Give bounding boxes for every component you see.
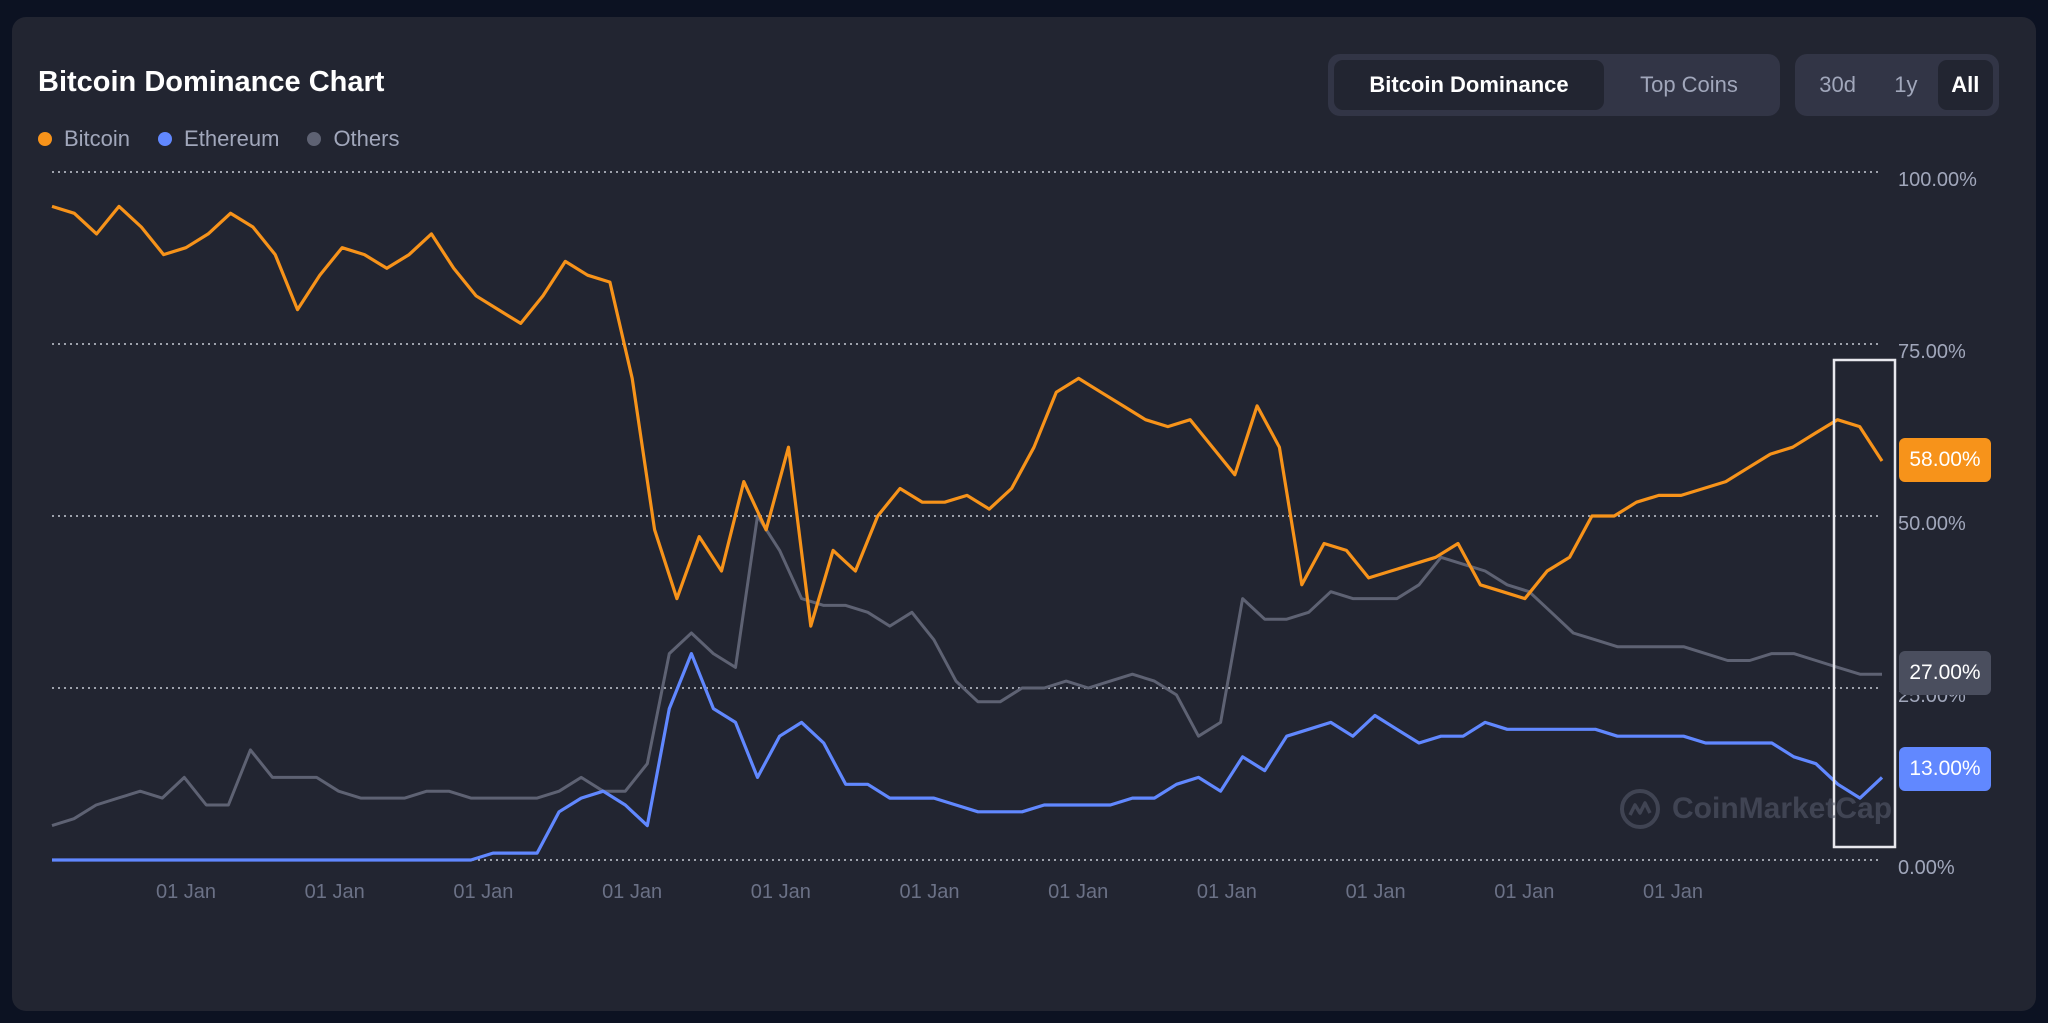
x-tick-label: 01 Jan — [751, 881, 811, 903]
x-tick-label: 01 Jan — [602, 881, 662, 903]
y-tick-label: 50.00% — [1898, 513, 1966, 535]
x-tick-label: 01 Jan — [899, 881, 959, 903]
x-tick-label: 01 Jan — [1494, 881, 1554, 903]
bitcoin-value-badge: 58.00% — [1899, 438, 1991, 482]
dominance-chart: 100.00%75.00%50.00%25.00%0.00% 01 Jan 01 … — [51, 169, 1977, 903]
coinmarketcap-logo-icon — [1620, 789, 1660, 829]
x-tick-label: 01 Jan — [305, 881, 365, 903]
x-tick-label: 01 Jan — [453, 881, 513, 903]
x-tick-label: 01 Jan — [1643, 881, 1703, 903]
y-tick-label: 75.00% — [1898, 341, 1966, 363]
x-tick-label: 01 Jan — [156, 881, 216, 903]
ethereum-value-badge: 13.00% — [1899, 747, 1991, 791]
x-tick-label: 01 Jan — [1048, 881, 1108, 903]
series-line-bitcoin[interactable] — [51, 204, 1884, 628]
watermark: CoinMarketCap — [1618, 787, 1892, 831]
series-line-others[interactable] — [51, 514, 1882, 828]
y-tick-label: 100.00% — [1898, 169, 1977, 191]
x-tick-label: 01 Jan — [1197, 881, 1257, 903]
y-tick-label: 0.00% — [1898, 857, 1955, 879]
watermark-text: CoinMarketCap — [1672, 792, 1893, 825]
x-tick-label: 01 Jan — [1346, 881, 1406, 903]
others-value-badge: 27.00% — [1899, 651, 1991, 695]
series-line-ethereum[interactable] — [52, 651, 1884, 862]
